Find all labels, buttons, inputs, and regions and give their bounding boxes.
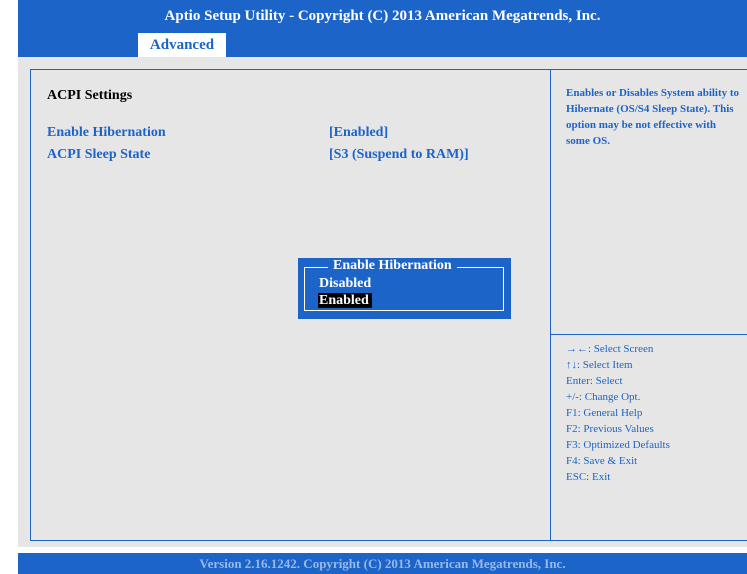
key-legend: →←: Select Screen ↑↓: Select Item Enter:…: [566, 341, 741, 485]
key-hint: →←: Select Screen: [566, 343, 654, 355]
popup-title: Enable Hibernation: [328, 259, 457, 273]
help-description: Enables or Disables System ability to Hi…: [566, 87, 740, 147]
tab-advanced[interactable]: Advanced: [138, 33, 226, 57]
popup-option-disabled[interactable]: Disabled: [319, 276, 371, 291]
app-title: Aptio Setup Utility - Copyright (C) 2013…: [164, 7, 601, 24]
panel-divider-vertical: [550, 70, 551, 540]
key-hint: F2: Previous Values: [566, 423, 654, 435]
bios-window: Aptio Setup Utility - Copyright (C) 2013…: [18, 0, 747, 574]
popup-option-enabled[interactable]: Enabled: [318, 293, 372, 308]
setting-acpi-sleep-state-label[interactable]: ACPI Sleep State: [47, 147, 150, 163]
version-text: Version 2.16.1242. Copyright (C) 2013 Am…: [199, 555, 566, 571]
key-hint: Enter: Select: [566, 375, 623, 387]
option-popup: Enable Hibernation Disabled Enabled: [298, 258, 511, 319]
key-hint: ESC: Exit: [566, 471, 611, 483]
title-bar: Aptio Setup Utility - Copyright (C) 2013…: [18, 0, 747, 32]
key-hint: F4: Save & Exit: [566, 455, 638, 467]
section-title: ACPI Settings: [47, 88, 133, 103]
footer-bar: Version 2.16.1242. Copyright (C) 2013 Am…: [18, 553, 747, 574]
key-hint: F1: General Help: [566, 407, 643, 419]
tab-advanced-label: Advanced: [149, 36, 215, 53]
settings-panel: ACPI Settings Enable Hibernation [Enable…: [30, 69, 747, 541]
setting-acpi-sleep-state-value[interactable]: [S3 (Suspend to RAM)]: [329, 147, 469, 163]
panel-divider-horizontal: [551, 334, 747, 335]
setting-enable-hibernation-value[interactable]: [Enabled]: [329, 125, 388, 141]
key-hint: ↑↓: Select Item: [566, 359, 633, 371]
key-hint: F3: Optimized Defaults: [566, 439, 670, 451]
tab-bar: Advanced: [18, 32, 747, 57]
main-area: ACPI Settings Enable Hibernation [Enable…: [18, 57, 747, 547]
setting-enable-hibernation-label[interactable]: Enable Hibernation: [47, 125, 166, 141]
key-hint: +/-: Change Opt.: [566, 391, 641, 403]
